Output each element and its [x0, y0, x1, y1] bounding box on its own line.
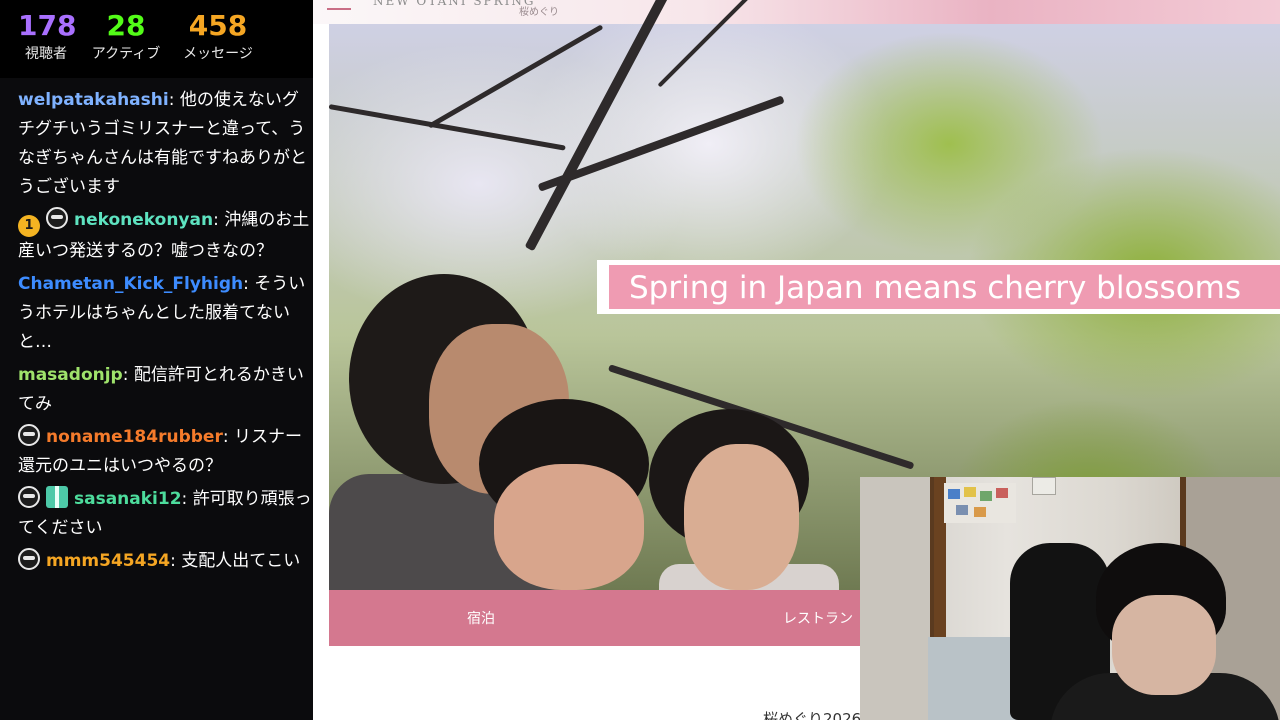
- tree-branch: [328, 104, 566, 151]
- chat-message: mmm545454: 支配人出てこい: [18, 547, 314, 576]
- viewer-count: 178 視聴者: [18, 9, 77, 64]
- viewer-count-value: 178: [18, 9, 77, 42]
- chat-colon: :: [222, 427, 234, 447]
- hero-caption-text: Spring in Japan means cherry blossoms: [629, 270, 1242, 306]
- cam-note: [980, 491, 992, 501]
- stream-stats: 178 視聴者 28 アクティブ 458 メッセージ: [0, 0, 329, 78]
- chat-message: welpatakahashi: 他の使えないグチグチいうゴミリスナーと違って、う…: [18, 86, 314, 202]
- hero-caption: Spring in Japan means cherry blossoms: [597, 260, 1280, 314]
- active-count-value: 28: [106, 9, 146, 42]
- hero-caption-band: Spring in Japan means cherry blossoms: [609, 265, 1280, 309]
- person-woman-face: [684, 444, 799, 590]
- cam-streamer-face: [1112, 595, 1216, 695]
- site-header: NEW OTANI SPRING 桜めぐり: [313, 0, 1280, 24]
- message-count-value: 458: [188, 9, 248, 42]
- menu-icon[interactable]: [327, 8, 351, 10]
- tree-branch: [537, 95, 785, 192]
- active-count-label: アクティブ: [91, 46, 161, 62]
- message-count-label: メッセージ: [183, 46, 253, 62]
- cam-noticeboard: [944, 483, 1016, 523]
- cam-sliding-door: [860, 477, 936, 720]
- chat-username[interactable]: welpatakahashi: [18, 90, 169, 110]
- site-logo-subtitle: 桜めぐり: [519, 7, 559, 18]
- viewer-count-label: 視聴者: [25, 46, 67, 62]
- chat-colon: :: [213, 210, 225, 230]
- site-logo[interactable]: NEW OTANI SPRING: [373, 0, 535, 8]
- active-count: 28 アクティブ: [90, 10, 162, 64]
- ninja-icon: [46, 207, 68, 229]
- cam-note: [996, 488, 1008, 498]
- webcam-feed: [860, 477, 1280, 720]
- cam-note: [956, 505, 968, 515]
- cam-note: [948, 489, 960, 499]
- nav-item-restaurant[interactable]: レストラン: [783, 608, 853, 628]
- chat-message: 1 nekonekonyan: 沖縄のお土産いつ発送するの？嘘つきなの？: [18, 206, 314, 266]
- chat-colon: :: [170, 551, 182, 571]
- ninja-icon: [18, 424, 40, 446]
- chat-colon: :: [181, 489, 193, 509]
- chat-colon: :: [168, 90, 180, 110]
- chat-username[interactable]: masadonjp: [18, 365, 123, 385]
- chat-username[interactable]: nekonekonyan: [74, 210, 213, 230]
- chat-username[interactable]: noname184rubber: [46, 427, 223, 447]
- ninja-icon: [18, 548, 40, 570]
- one-icon: 1: [18, 215, 40, 237]
- tree-branch: [524, 0, 684, 252]
- chat-username[interactable]: mmm545454: [46, 551, 170, 571]
- cam-note: [974, 507, 986, 517]
- cam-note: [964, 487, 976, 497]
- nav-item-stay[interactable]: 宿泊: [467, 608, 495, 628]
- chat-username[interactable]: sasanaki12: [74, 489, 182, 509]
- person-child-face: [494, 464, 644, 590]
- chat-messages: welpatakahashi: 他の使えないグチグチいうゴミリスナーと違って、う…: [18, 86, 314, 580]
- tree-branch: [427, 24, 604, 129]
- chat-colon: :: [122, 365, 134, 385]
- chat-message: sasanaki12: 許可取り頑張ってください: [18, 485, 314, 543]
- cam-wall-outlet: [1032, 477, 1056, 495]
- chat-message: masadonjp: 配信許可とれるかきいてみ: [18, 361, 314, 419]
- chat-message: noname184rubber: リスナー還元のユニはいつやるの？: [18, 423, 314, 481]
- section-title: 桜めぐり2026: [763, 710, 862, 720]
- chat-colon: :: [243, 274, 255, 294]
- ninja-icon: [18, 486, 40, 508]
- chat-username[interactable]: Chametan_Kick_Flyhigh: [18, 274, 243, 294]
- chat-text: 支配人出てこい: [181, 551, 301, 571]
- gift-icon: [46, 486, 68, 508]
- message-count: 458 メッセージ: [178, 10, 258, 64]
- chat-message: Chametan_Kick_Flyhigh: そういうホテルはちゃんとした服着て…: [18, 270, 314, 357]
- chat-panel: 178 視聴者 28 アクティブ 458 メッセージ welpatakahash…: [0, 0, 329, 720]
